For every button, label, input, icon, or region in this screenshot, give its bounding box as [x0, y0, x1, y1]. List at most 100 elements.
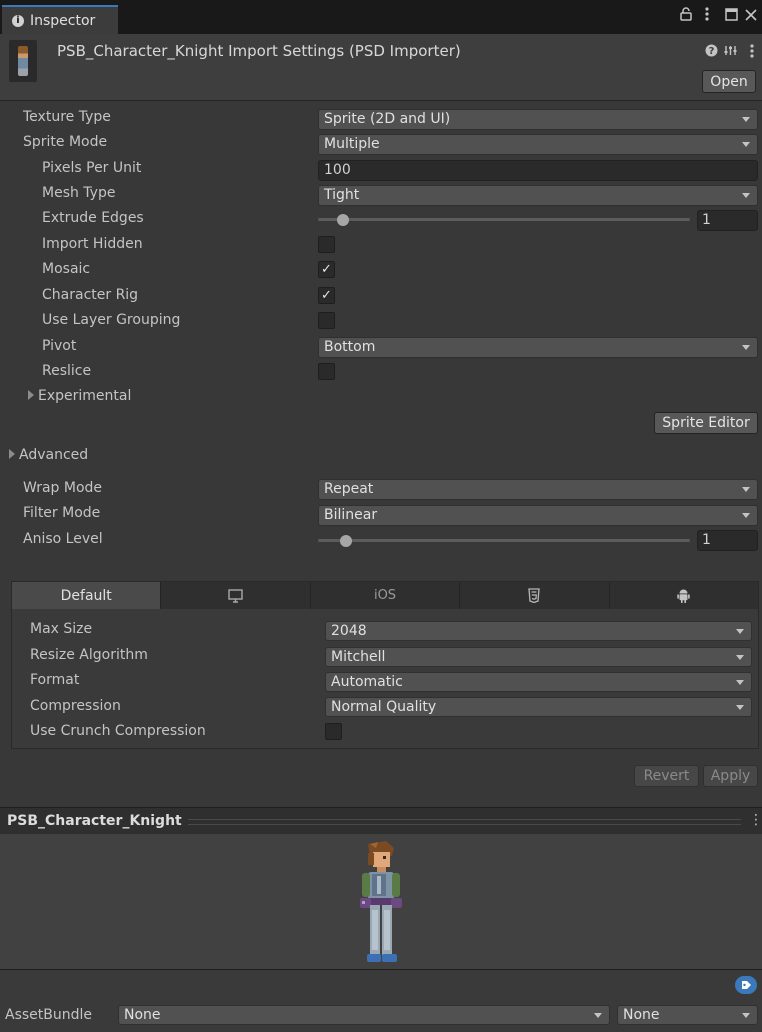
wrap-mode-label: Wrap Mode: [23, 480, 103, 496]
chevron-down-icon: [594, 1013, 602, 1018]
sprite-preview: [0, 834, 762, 969]
asset-bundle-name-value: None: [124, 1007, 161, 1023]
drag-handle[interactable]: [188, 819, 741, 825]
reslice-checkbox[interactable]: [318, 363, 335, 380]
chevron-down-icon: [742, 117, 750, 122]
aniso-level-label: Aniso Level: [23, 531, 103, 547]
resize-algorithm-value: Mitchell: [331, 649, 386, 665]
preview-title: PSB_Character_Knight: [7, 813, 182, 829]
filter-mode-value: Bilinear: [324, 507, 378, 523]
asset-bundle-name-dropdown[interactable]: None: [118, 1005, 610, 1025]
help-icon[interactable]: ?: [705, 44, 718, 61]
lock-icon[interactable]: [680, 6, 692, 25]
asset-bundle-variant-value: None: [623, 1007, 660, 1023]
use-layer-grouping-checkbox[interactable]: [318, 312, 335, 329]
compression-dropdown[interactable]: Normal Quality: [325, 697, 752, 717]
header-kebab-menu-icon[interactable]: [750, 44, 754, 62]
chevron-down-icon: [742, 513, 750, 518]
chevron-down-icon: [742, 345, 750, 350]
wrap-mode-dropdown[interactable]: Repeat: [318, 479, 758, 500]
android-icon: [677, 588, 691, 603]
max-size-value: 2048: [331, 623, 367, 639]
revert-button[interactable]: Revert: [634, 765, 699, 787]
asset-bundle-label: AssetBundle: [5, 1007, 93, 1023]
filter-mode-dropdown[interactable]: Bilinear: [318, 505, 758, 526]
window-titlebar: i Inspector: [0, 0, 762, 34]
label-tag-icon[interactable]: [735, 976, 757, 994]
mosaic-checkbox[interactable]: ✓: [318, 261, 335, 278]
kebab-menu-icon[interactable]: [705, 6, 709, 25]
resize-algorithm-label: Resize Algorithm: [30, 647, 148, 663]
tab-standalone[interactable]: [161, 582, 311, 609]
extrude-edges-field[interactable]: 1: [697, 210, 758, 231]
mesh-type-value: Tight: [324, 187, 360, 203]
tab-inspector[interactable]: i Inspector: [2, 5, 118, 34]
extrude-edges-slider-track[interactable]: [318, 218, 690, 221]
sprite-mode-dropdown[interactable]: Multiple: [318, 134, 758, 155]
chevron-down-icon: [742, 193, 750, 198]
monitor-icon: [228, 588, 243, 603]
tab-label: Inspector: [30, 12, 96, 29]
chevron-down-icon: [736, 680, 744, 685]
foldout-arrow-icon: [28, 390, 34, 400]
texture-type-dropdown[interactable]: Sprite (2D and UI): [318, 109, 758, 130]
sprite-editor-button[interactable]: Sprite Editor: [654, 412, 758, 434]
format-value: Automatic: [331, 674, 403, 690]
extrude-edges-slider-knob[interactable]: [336, 214, 349, 226]
header-title: PSB_Character_Knight Import Settings (PS…: [57, 42, 461, 60]
info-icon: i: [12, 14, 24, 27]
chevron-down-icon: [736, 705, 744, 710]
close-icon[interactable]: [745, 6, 757, 25]
chevron-down-icon: [742, 142, 750, 147]
platform-tabs: Default iOS: [12, 582, 759, 609]
presets-icon[interactable]: [724, 44, 737, 61]
aniso-level-field[interactable]: 1: [697, 530, 758, 551]
preview-header[interactable]: PSB_Character_Knight ⋮: [0, 807, 762, 835]
use-layer-grouping-label: Use Layer Grouping: [42, 312, 181, 328]
tab-ios[interactable]: iOS: [310, 582, 461, 609]
character-rig-checkbox[interactable]: ✓: [318, 287, 335, 304]
format-dropdown[interactable]: Automatic: [325, 672, 752, 692]
chevron-down-icon: [736, 655, 744, 660]
pivot-label: Pivot: [42, 338, 77, 354]
platform-settings-panel: Default iOS Max Size 2048 Resize Algorit…: [11, 581, 759, 749]
filter-mode-label: Filter Mode: [23, 505, 101, 521]
pivot-dropdown[interactable]: Bottom: [318, 337, 758, 358]
mesh-type-dropdown[interactable]: Tight: [318, 185, 758, 206]
maximize-icon[interactable]: [725, 6, 738, 25]
tab-webgl[interactable]: [460, 582, 610, 609]
knight-character-sprite: [360, 841, 402, 962]
apply-button[interactable]: Apply: [703, 765, 758, 787]
sprite-mode-label: Sprite Mode: [23, 134, 108, 150]
compression-label: Compression: [30, 698, 121, 714]
tab-default[interactable]: Default: [12, 582, 162, 609]
experimental-foldout[interactable]: Experimental: [28, 388, 131, 404]
asset-bundle-variant-dropdown[interactable]: None: [617, 1005, 758, 1025]
foldout-arrow-icon: [9, 449, 15, 459]
texture-type-value: Sprite (2D and UI): [324, 111, 451, 127]
aniso-level-slider-knob[interactable]: [340, 535, 353, 547]
advanced-foldout[interactable]: Advanced: [9, 447, 88, 463]
max-size-dropdown[interactable]: 2048: [325, 621, 752, 641]
open-button[interactable]: Open: [702, 70, 756, 93]
experimental-label: Experimental: [38, 388, 132, 404]
compression-value: Normal Quality: [331, 699, 437, 715]
sprite-mode-value: Multiple: [324, 136, 380, 152]
use-crunch-label: Use Crunch Compression: [30, 723, 206, 739]
tab-default-label: Default: [60, 587, 112, 604]
character-rig-label: Character Rig: [42, 287, 139, 303]
tab-android[interactable]: [609, 582, 759, 609]
pixels-per-unit-field[interactable]: 100: [318, 160, 758, 181]
resize-algorithm-dropdown[interactable]: Mitchell: [325, 647, 752, 667]
format-label: Format: [30, 672, 80, 688]
max-size-label: Max Size: [30, 621, 93, 637]
use-crunch-checkbox[interactable]: [325, 723, 342, 740]
extrude-edges-label: Extrude Edges: [42, 210, 144, 226]
preview-kebab-menu-icon[interactable]: ⋮: [749, 812, 762, 828]
html5-icon: [528, 588, 541, 603]
pivot-value: Bottom: [324, 339, 376, 355]
tab-ios-label: iOS: [373, 588, 397, 603]
import-hidden-checkbox[interactable]: [318, 236, 335, 253]
aniso-level-slider-track[interactable]: [318, 539, 690, 542]
mosaic-label: Mosaic: [42, 261, 91, 277]
